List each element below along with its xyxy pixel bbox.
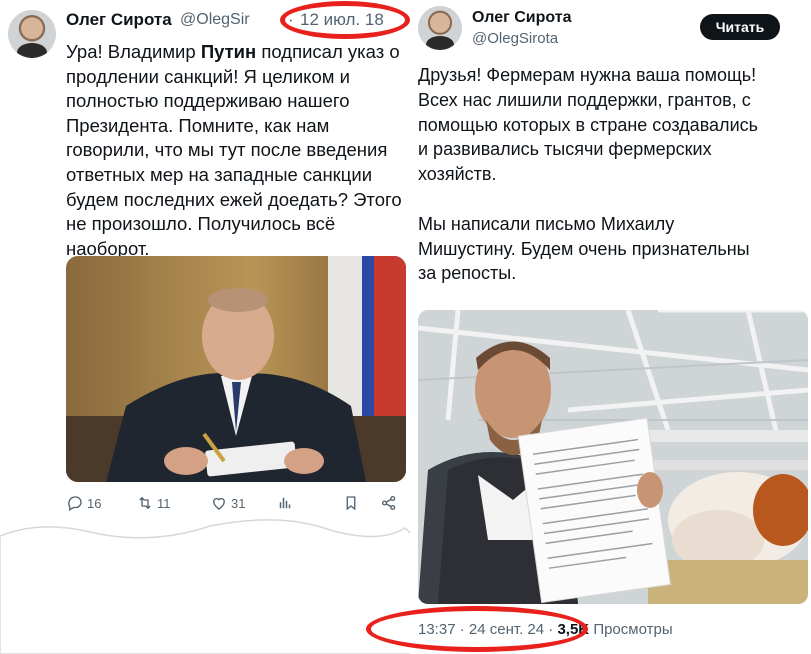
- tweet-text-line: Мишустину. Будем очень признательны: [418, 238, 750, 259]
- retweet-count: 11: [157, 495, 171, 511]
- tweet-text-line: будем последних ежей доедать? Этого: [66, 188, 402, 213]
- share-button[interactable]: [380, 494, 398, 512]
- text-segment: подписал указ о: [256, 41, 400, 62]
- tweet-text-line: Мы написали письмо Михаилу: [418, 213, 675, 234]
- left-tweet: Олег Сирота @OlegSir · 12 июл. 18 Ура! В…: [0, 0, 410, 654]
- reply-icon: [68, 496, 82, 511]
- like-icon: [213, 497, 225, 510]
- reply-button[interactable]: 16: [66, 494, 101, 512]
- text-segment: говорили, что мы тут после введения: [66, 139, 388, 161]
- author-handle[interactable]: @OlegSirota: [472, 30, 558, 47]
- retweet-icon: [139, 496, 151, 510]
- text-segment: ответных мер на западные санкции: [66, 163, 373, 185]
- date-highlight-circle: [366, 606, 588, 652]
- bookmark-icon: [346, 496, 356, 511]
- tweet-text-line: и развивались тысячи фермерских: [418, 139, 712, 160]
- author-avatar[interactable]: [418, 6, 462, 50]
- reply-count: 16: [87, 495, 102, 511]
- torn-paper-overlay: [0, 519, 410, 654]
- tweet-text-line: помощью которых в стране создавались: [418, 114, 758, 135]
- author-handle[interactable]: @OlegSir: [180, 11, 250, 29]
- tweet-text-line: Ура! Владимир Путин подписал указ о: [66, 40, 402, 65]
- tweet-text: Друзья! Фермерам нужна ваша помощь! Всех …: [418, 63, 758, 286]
- tweet-text-line: хозяйств.: [418, 164, 497, 185]
- tweet-text-line: продлении санкций! Я целиком и: [66, 65, 402, 90]
- tweet-text-line: ответных мер на западные санкции: [66, 163, 402, 188]
- tweet-text-line: Президента. Помните, как нам: [66, 114, 402, 139]
- text-segment: продлении санкций! Я целиком и: [66, 65, 350, 87]
- tweet-text-line: Всех нас лишили поддержки, грантов, с: [418, 89, 751, 110]
- like-button[interactable]: 31: [210, 494, 245, 512]
- tweet-text-line: говорили, что мы тут после введения: [66, 138, 402, 163]
- follow-button[interactable]: Читать: [700, 14, 780, 40]
- tweet-text-line: не произошло. Получилось всё: [66, 212, 402, 237]
- putin-photo-image: [66, 256, 406, 482]
- tweet-text-line: за репосты.: [418, 263, 517, 284]
- tweet-photo[interactable]: [418, 310, 808, 604]
- views-label: Просмотры: [593, 621, 673, 638]
- tweet-text-line: [418, 187, 758, 212]
- date-highlight-circle: [280, 1, 410, 39]
- tweet-text-line: полностью поддерживаю нашего: [66, 89, 402, 114]
- tweet-text-line: Друзья! Фермерам нужна ваша помощь!: [418, 65, 757, 85]
- text-segment: будем последних ежей доедать? Этого: [66, 188, 402, 210]
- text-segment: Ура! Владимир: [66, 41, 201, 62]
- bookmark-button[interactable]: [342, 494, 360, 512]
- tweet-photo[interactable]: [66, 256, 406, 482]
- like-count: 31: [231, 495, 246, 511]
- views-button[interactable]: [276, 494, 294, 512]
- text-segment: полностью поддерживаю нашего: [66, 90, 350, 112]
- share-icon: [381, 495, 396, 511]
- tweet-actions: 16 11 31: [66, 494, 406, 516]
- author-name[interactable]: Олег Сирота: [66, 10, 172, 30]
- author-name[interactable]: Олег Сирота: [472, 9, 571, 27]
- tweet-text: Ура! Владимир Путин подписал указ о продл…: [66, 40, 402, 261]
- author-avatar[interactable]: [8, 10, 56, 58]
- farmer-photo-image: [418, 310, 808, 604]
- text-segment: Президента. Помните, как нам: [66, 114, 330, 136]
- retweet-button[interactable]: 11: [136, 494, 171, 512]
- views-icon: [279, 497, 291, 509]
- right-tweet: Олег Сирота @OlegSirota Читать Друзья! Ф…: [410, 0, 811, 654]
- text-segment: не произошло. Получилось всё: [66, 213, 336, 235]
- bold-name-link[interactable]: Путин: [201, 41, 256, 62]
